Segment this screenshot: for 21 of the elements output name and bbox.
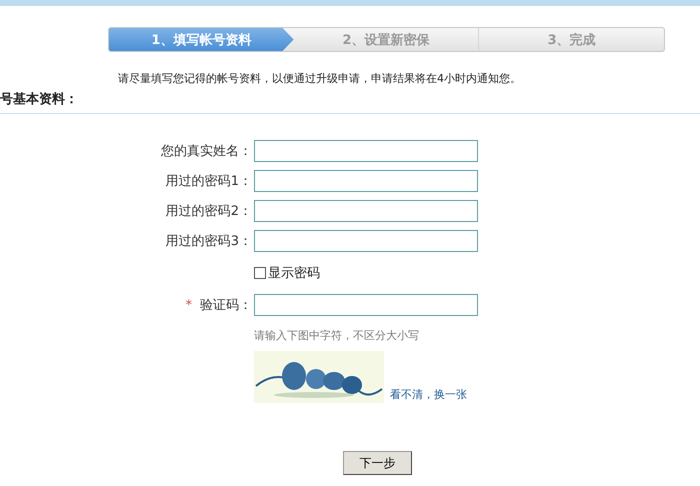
step-label: 2、设置新密保 <box>294 28 480 51</box>
checkbox[interactable] <box>254 267 266 279</box>
field-label: 用过的密码3： <box>166 233 253 250</box>
field-label: 用过的密码2： <box>166 203 253 220</box>
input-field[interactable] <box>254 170 478 192</box>
hint-text: 请输入下图中字符，不区分大小写 <box>254 328 420 343</box>
section-title: 号基本资料： <box>0 91 78 108</box>
input-field[interactable] <box>254 230 478 252</box>
checkbox-label: 显示密码 <box>268 265 320 282</box>
field-label: * 验证码： <box>186 297 253 314</box>
field-label: 您的真实姓名： <box>161 143 253 160</box>
next-button[interactable]: 下一步 <box>343 451 412 475</box>
refresh-link[interactable]: 看不清，换一张 <box>390 387 467 402</box>
notice-text: 请尽量填写您记得的帐号资料，以便通过升级申请，申请结果将在4小时内通知您。 <box>118 71 522 86</box>
input-field[interactable] <box>254 200 478 222</box>
step-label: 1、填写帐号资料 <box>109 28 294 51</box>
input-field[interactable] <box>254 294 478 316</box>
required-mark: * <box>186 298 192 313</box>
field-label: 用过的密码1： <box>166 173 253 190</box>
input-field[interactable] <box>254 140 478 162</box>
step-label: 3、完成 <box>546 32 597 50</box>
